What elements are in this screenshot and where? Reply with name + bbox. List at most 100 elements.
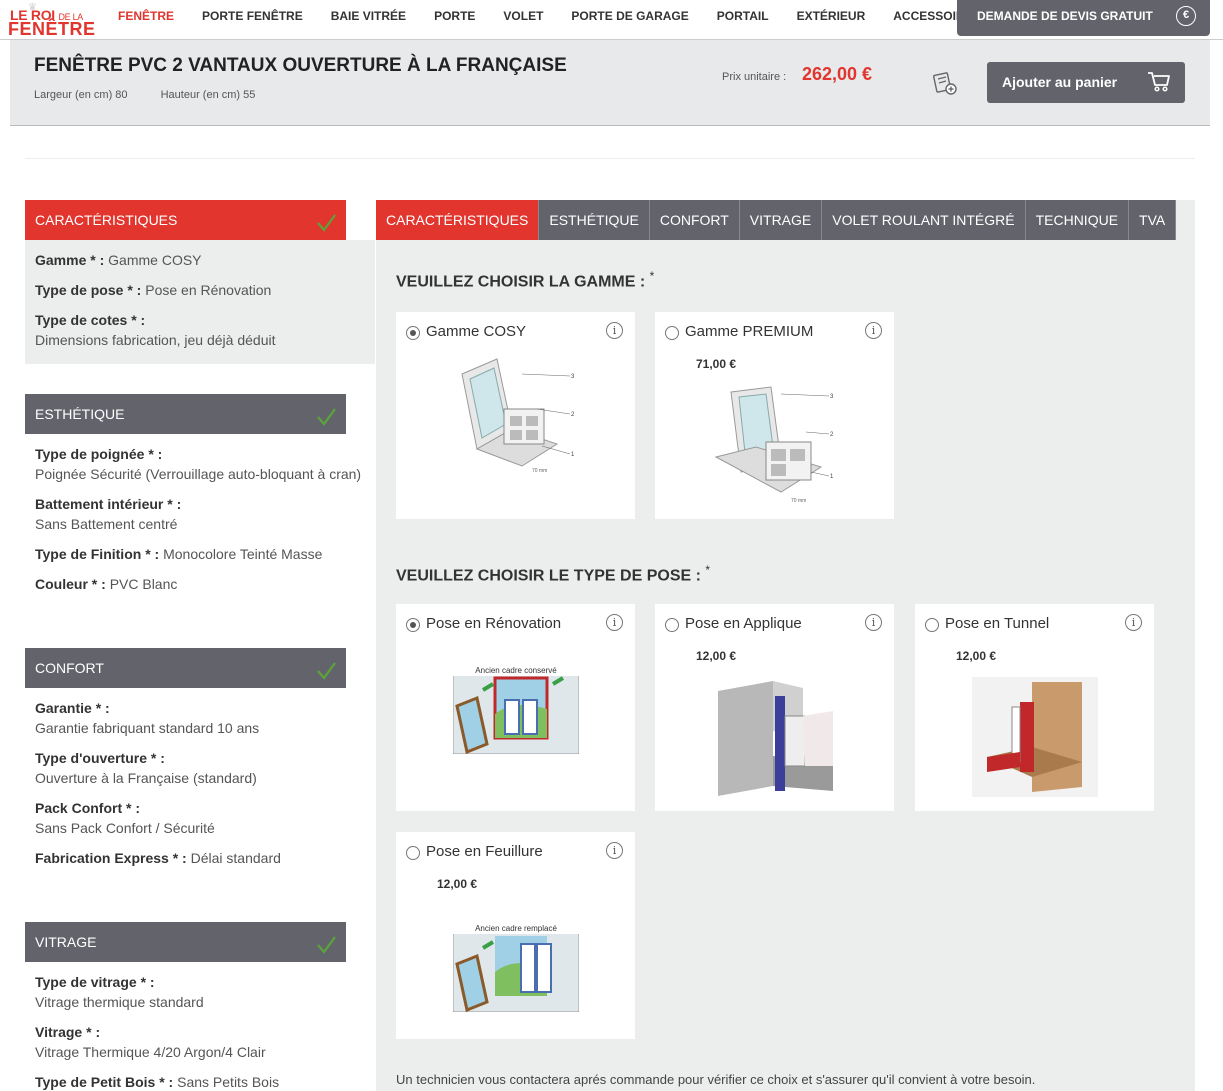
option-gamme-cosy[interactable]: Gamme COSY i 3 2 1 70 mm bbox=[396, 312, 635, 519]
radio-gamme-cosy[interactable] bbox=[406, 326, 420, 340]
summary-row: Type de Petit Bois * : Sans Petits Bois bbox=[35, 1074, 280, 1090]
summary-section-header[interactable]: ESTHÉTIQUE bbox=[25, 394, 346, 434]
summary-section-body: Gamme * : Gamme COSY Type de pose * : Pos… bbox=[25, 240, 375, 364]
summary-section-header[interactable]: CONFORT bbox=[25, 648, 346, 688]
pose-question: VEUILLEZ CHOISIR LE TYPE DE POSE : * bbox=[396, 563, 711, 585]
summary-row: Couleur * : PVC Blanc bbox=[35, 576, 178, 592]
summary-row: Type de Finition * : Monocolore Teinté M… bbox=[35, 546, 323, 562]
config-panel: CARACTÉRISTIQUES ESTHÉTIQUE CONFORT VITRAGE… bbox=[376, 200, 1195, 1091]
svg-text:70 mm: 70 mm bbox=[791, 498, 806, 504]
info-icon[interactable]: i bbox=[606, 614, 623, 631]
renovation-diagram-image: Ancien cadre conservé bbox=[453, 664, 579, 754]
svg-text:1: 1 bbox=[571, 452, 575, 458]
option-pose-renovation[interactable]: Pose en Rénovation i Ancien cadre conser… bbox=[396, 604, 635, 811]
info-icon[interactable]: i bbox=[865, 614, 882, 631]
config-tab[interactable]: TVA bbox=[1129, 200, 1177, 240]
check-icon bbox=[317, 214, 336, 232]
svg-text:3: 3 bbox=[830, 394, 834, 400]
main-menu: FENÊTRE PORTE FENÊTRE BAIE VITRÉE PORTE VOLE… bbox=[104, 0, 987, 32]
info-icon[interactable]: i bbox=[606, 842, 623, 859]
svg-text:2: 2 bbox=[830, 432, 834, 438]
option-pose-feuillure[interactable]: Pose en Feuillure i 12,00 € Ancien cadre… bbox=[396, 832, 635, 1039]
nav-item[interactable]: PORTE DE GARAGE bbox=[557, 0, 702, 32]
info-icon[interactable]: i bbox=[1125, 614, 1142, 631]
config-tabs: CARACTÉRISTIQUES ESTHÉTIQUE CONFORT VITRAGE… bbox=[376, 200, 1177, 240]
radio-pose-renovation[interactable] bbox=[406, 618, 420, 632]
nav-item[interactable]: FENÊTRE bbox=[104, 0, 188, 32]
svg-text:Ancien cadre remplacé: Ancien cadre remplacé bbox=[475, 924, 557, 933]
svg-text:2: 2 bbox=[571, 412, 575, 418]
summary-row: Battement intérieur * : Sans Battement ce… bbox=[35, 496, 182, 532]
nav-item[interactable]: PORTE FENÊTRE bbox=[188, 0, 317, 32]
option-pose-applique[interactable]: Pose en Applique i 12,00 € bbox=[655, 604, 894, 811]
summary-section: VITRAGE Type de vitrage * : Vitrage thermi… bbox=[25, 922, 375, 1091]
config-tab[interactable]: CARACTÉRISTIQUES bbox=[376, 200, 540, 240]
summary-row: Type de cotes * : Dimensions fabrication,… bbox=[35, 312, 276, 348]
config-tab[interactable]: TECHNIQUE bbox=[1025, 200, 1130, 240]
check-icon bbox=[317, 936, 336, 954]
config-tab[interactable]: VOLET ROULANT INTÉGRÉ bbox=[822, 200, 1026, 240]
top-nav: ♛ LE ROI DE LA FENÊTRE FENÊTRE PORTE FENÊ… bbox=[0, 0, 1223, 40]
summary-section: ESTHÉTIQUE Type de poignée * : Poignée Séc… bbox=[25, 394, 375, 608]
quote-request-button[interactable]: DEMANDE DE DEVIS GRATUIT € bbox=[957, 0, 1210, 36]
summary-row: Vitrage * : Vitrage Thermique 4/20 Argon/… bbox=[35, 1024, 266, 1060]
unit-price: 262,00 € bbox=[802, 64, 873, 84]
radio-gamme-premium[interactable] bbox=[665, 326, 679, 340]
config-tab[interactable]: VITRAGE bbox=[739, 200, 823, 240]
check-icon bbox=[317, 662, 336, 680]
cart-icon bbox=[1148, 72, 1170, 92]
option-gamme-premium[interactable]: Gamme PREMIUM i 71,00 € 3 2 1 70 mm bbox=[655, 312, 894, 519]
config-summary-sidebar: CARACTÉRISTIQUES Gamme * : Gamme COSY Type… bbox=[25, 200, 375, 1091]
radio-pose-applique[interactable] bbox=[665, 618, 679, 632]
profile-cosy-image: 3 2 1 70 mm bbox=[461, 358, 575, 474]
summary-section-body: Type de poignée * : Poignée Sécurité (Ver… bbox=[25, 434, 375, 608]
summary-row: Type d'ouverture * : Ouverture à la Franç… bbox=[35, 750, 257, 786]
summary-section: CARACTÉRISTIQUES Gamme * : Gamme COSY Type… bbox=[25, 200, 375, 364]
applique-diagram-image bbox=[718, 681, 833, 796]
divider bbox=[25, 158, 1195, 159]
config-tab[interactable]: ESTHÉTIQUE bbox=[539, 200, 650, 240]
info-icon[interactable]: i bbox=[606, 322, 623, 339]
summary-row: Gamme * : Gamme COSY bbox=[35, 252, 202, 268]
svg-text:1: 1 bbox=[830, 474, 834, 480]
add-to-cart-button[interactable]: Ajouter au panier bbox=[987, 62, 1185, 103]
product-header: FENÊTRE PVC 2 VANTAUX OUVERTURE À LA FRA… bbox=[10, 40, 1210, 126]
site-logo[interactable]: ♛ LE ROI DE LA FENÊTRE bbox=[8, 2, 95, 39]
radio-pose-feuillure[interactable] bbox=[406, 846, 420, 860]
svg-text:3: 3 bbox=[571, 374, 575, 380]
width-label: Largeur (en cm) 80 bbox=[34, 89, 128, 101]
height-label: Hauteur (en cm) 55 bbox=[160, 89, 256, 101]
nav-item[interactable]: PORTAIL bbox=[703, 0, 783, 32]
radio-pose-tunnel[interactable] bbox=[925, 618, 939, 632]
summary-section-header[interactable]: CARACTÉRISTIQUES bbox=[25, 200, 346, 240]
gamme-question: VEUILLEZ CHOISIR LA GAMME : * bbox=[396, 269, 655, 291]
nav-item[interactable]: EXTÉRIEUR bbox=[783, 0, 880, 32]
option-pose-tunnel[interactable]: Pose en Tunnel i 12,00 € bbox=[915, 604, 1154, 811]
svg-text:Ancien cadre conservé: Ancien cadre conservé bbox=[475, 666, 557, 675]
nav-item[interactable]: VOLET bbox=[489, 0, 557, 32]
nav-item[interactable]: BAIE VITRÉE bbox=[317, 0, 420, 32]
summary-section-body: Type de vitrage * : Vitrage thermique sta… bbox=[25, 962, 375, 1091]
summary-row: Type de poignée * : Poignée Sécurité (Ver… bbox=[35, 446, 362, 482]
summary-row: Type de vitrage * : Vitrage thermique sta… bbox=[35, 974, 204, 1010]
summary-row: Garantie * : Garantie fabriquant standard… bbox=[35, 700, 260, 736]
product-dimensions: Largeur (en cm) 80 Hauteur (en cm) 55 bbox=[34, 89, 285, 101]
summary-section-header[interactable]: VITRAGE bbox=[25, 922, 346, 962]
config-tab[interactable]: CONFORT bbox=[649, 200, 740, 240]
quote-add-icon[interactable] bbox=[932, 70, 958, 96]
summary-row: Pack Confort * : Sans Pack Confort / Sécu… bbox=[35, 800, 215, 836]
check-icon bbox=[317, 408, 336, 426]
summary-row: Fabrication Express * : Délai standard bbox=[35, 850, 281, 866]
product-title: FENÊTRE PVC 2 VANTAUX OUVERTURE À LA FRA… bbox=[34, 55, 567, 76]
profile-premium-image: 3 2 1 70 mm bbox=[714, 386, 834, 504]
svg-text:70 mm: 70 mm bbox=[532, 468, 547, 474]
feuillure-diagram-image: Ancien cadre remplacé bbox=[453, 922, 579, 1012]
summary-row: Type de pose * : Pose en Rénovation bbox=[35, 282, 272, 298]
nav-item[interactable]: PORTE bbox=[420, 0, 489, 32]
summary-section-body: Garantie * : Garantie fabriquant standard… bbox=[25, 688, 375, 882]
price-label: Prix unitaire : bbox=[722, 71, 787, 83]
info-icon[interactable]: i bbox=[865, 322, 882, 339]
summary-section: CONFORT Garantie * : Garantie fabriquant s… bbox=[25, 648, 375, 882]
tunnel-diagram-image bbox=[972, 677, 1098, 797]
technician-note: Un technicien vous contactera aprés comm… bbox=[396, 1072, 1036, 1087]
